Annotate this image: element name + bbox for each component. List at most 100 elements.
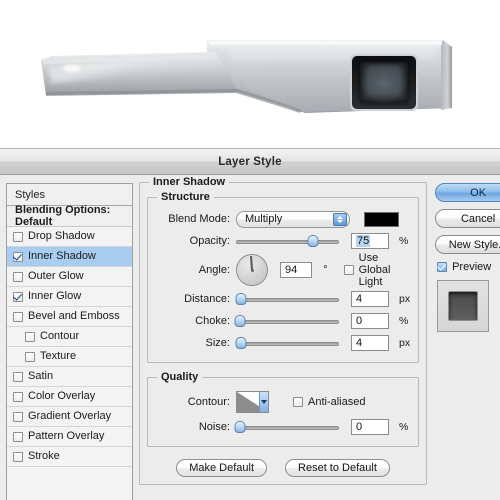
shadow-color-swatch[interactable]	[364, 211, 399, 227]
reset-to-default-button[interactable]: Reset to Default	[285, 459, 390, 477]
sidebar-item-label: Bevel and Emboss	[28, 310, 120, 322]
sidebar-item-label: Color Overlay	[28, 390, 96, 402]
preview-label: Preview	[452, 261, 492, 273]
size-label: Size:	[205, 337, 230, 349]
choke-slider[interactable]	[234, 314, 339, 328]
make-default-button[interactable]: Make Default	[176, 459, 268, 477]
checkbox-icon[interactable]	[13, 231, 23, 242]
distance-value: 4	[356, 293, 363, 305]
blend-mode-row: Blend Mode: Multiply	[156, 208, 410, 230]
size-row: Size: 4 px	[156, 332, 410, 354]
sidebar-item-texture[interactable]: Texture	[7, 347, 132, 367]
preview-checkbox[interactable]: Preview	[437, 261, 500, 273]
checkbox-icon[interactable]	[25, 351, 35, 362]
size-input[interactable]: 4	[351, 335, 389, 351]
anti-aliased-label: Anti-aliased	[308, 396, 366, 408]
opacity-slider[interactable]	[236, 234, 339, 248]
preview-thumbnail	[437, 280, 490, 332]
slider-knob[interactable]	[234, 315, 246, 327]
sidebar-item-inner-glow[interactable]: Inner Glow	[7, 287, 132, 307]
checkbox-icon[interactable]	[13, 311, 23, 322]
ok-button[interactable]: OK	[435, 183, 500, 202]
sidebar-item-color-overlay[interactable]: Color Overlay	[7, 387, 132, 407]
checkbox-icon[interactable]	[13, 411, 23, 422]
angle-unit: °	[323, 264, 328, 276]
noise-slider[interactable]	[234, 420, 339, 434]
sidebar-item-label: Inner Glow	[28, 290, 82, 302]
choke-label: Choke:	[195, 315, 230, 327]
slider-knob[interactable]	[234, 421, 246, 433]
distance-row: Distance: 4 px	[156, 288, 410, 310]
sidebar-item-blending-options[interactable]: Blending Options: Default	[7, 204, 132, 228]
sidebar-item-label: Gradient Overlay	[28, 410, 112, 422]
sidebar-item-stroke[interactable]: Stroke	[7, 447, 132, 467]
structure-legend: Structure	[157, 191, 214, 203]
styles-panel: Styles Blending Options: Default Drop Sh…	[6, 183, 133, 500]
angle-label: Angle:	[198, 264, 230, 276]
checkbox-icon[interactable]	[13, 451, 23, 462]
opacity-label: Opacity:	[189, 235, 230, 247]
styles-header-label: Styles	[15, 188, 45, 201]
angle-input[interactable]: 94	[280, 262, 313, 278]
sidebar-item-label: Stroke	[28, 450, 60, 462]
slider-knob[interactable]	[307, 235, 319, 247]
angle-dial[interactable]	[236, 254, 268, 286]
checkbox-icon[interactable]	[13, 371, 23, 382]
checkbox-icon[interactable]	[13, 251, 23, 262]
brushed-metal-bracket-render	[0, 0, 500, 148]
slider-track	[236, 426, 339, 430]
dial-hub-icon	[250, 268, 254, 272]
sidebar-item-label: Inner Shadow	[28, 250, 96, 262]
distance-slider[interactable]	[235, 292, 339, 306]
recessed-inset	[350, 54, 418, 111]
cancel-button[interactable]: Cancel	[435, 209, 500, 228]
checkbox-icon[interactable]	[13, 271, 23, 282]
checkbox-icon[interactable]	[13, 391, 23, 402]
use-global-light-checkbox[interactable]: Use Global Light	[343, 252, 410, 288]
stepper-icon[interactable]	[333, 212, 347, 226]
opacity-input[interactable]: 75	[351, 233, 389, 249]
sidebar-item-pattern-overlay[interactable]: Pattern Overlay	[7, 427, 132, 447]
slider-track	[236, 342, 339, 346]
sidebar-item-contour[interactable]: Contour	[7, 327, 132, 347]
sidebar-item-outer-glow[interactable]: Outer Glow	[7, 267, 132, 287]
sidebar-item-inner-shadow[interactable]: Inner Shadow	[7, 247, 132, 267]
opacity-value: 75	[356, 235, 371, 247]
slider-knob[interactable]	[235, 337, 247, 349]
size-slider[interactable]	[235, 336, 339, 350]
contour-picker[interactable]	[236, 391, 269, 413]
dial-needle-icon	[250, 255, 253, 271]
sidebar-item-satin[interactable]: Satin	[7, 367, 132, 387]
sidebar-item-label: Texture	[40, 350, 77, 362]
size-value: 4	[356, 337, 363, 349]
choke-input[interactable]: 0	[351, 313, 389, 329]
choke-row: Choke: 0 %	[156, 310, 410, 332]
chevron-down-icon[interactable]	[259, 392, 268, 412]
distance-unit: px	[399, 293, 411, 305]
sidebar-item-gradient-overlay[interactable]: Gradient Overlay	[7, 407, 132, 427]
checkbox-icon[interactable]	[25, 331, 35, 342]
distance-input[interactable]: 4	[351, 291, 389, 307]
contour-row: Contour: Anti-aliased	[156, 388, 410, 416]
checkbox-icon	[293, 397, 303, 407]
noise-unit: %	[399, 421, 409, 433]
layer-style-dialog: Layer Style Styles Blending Options: Def…	[0, 148, 500, 500]
angle-row: Angle: 94 ° Use Global Light	[156, 252, 410, 288]
sidebar-item-bevel-and-emboss[interactable]: Bevel and Emboss	[7, 307, 132, 327]
dialog-titlebar[interactable]: Layer Style	[0, 149, 500, 175]
slider-knob[interactable]	[235, 293, 247, 305]
new-style-button[interactable]: New Style...	[435, 235, 500, 254]
blend-mode-select[interactable]: Multiply	[236, 210, 350, 228]
quality-legend: Quality	[157, 371, 203, 383]
sidebar-item-label: Satin	[28, 370, 54, 382]
noise-input[interactable]: 0	[351, 419, 389, 435]
sidebar-item-drop-shadow[interactable]: Drop Shadow	[7, 227, 132, 247]
screen: Layer Style Styles Blending Options: Def…	[0, 0, 500, 500]
checkbox-icon[interactable]	[13, 431, 23, 442]
sidebar-item-label: Contour	[40, 330, 80, 342]
checkbox-icon[interactable]	[13, 291, 23, 302]
choke-value: 0	[356, 315, 363, 327]
sidebar-item-label: Drop Shadow	[28, 230, 95, 242]
anti-aliased-checkbox[interactable]: Anti-aliased	[293, 396, 365, 408]
use-global-light-label: Use Global Light	[358, 252, 391, 288]
